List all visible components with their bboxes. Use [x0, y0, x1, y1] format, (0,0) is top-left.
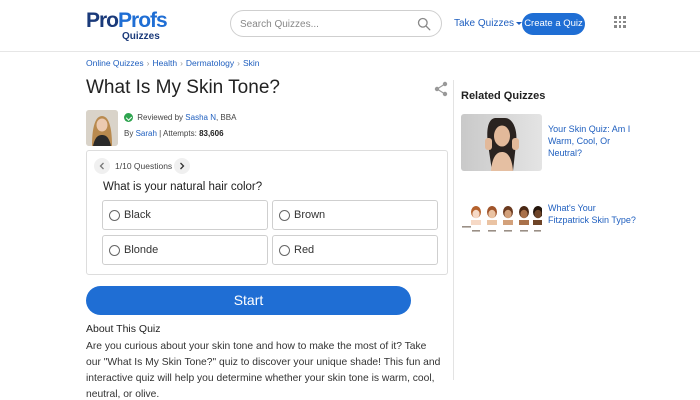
- site-header: ProProfs Quizzes Take Quizzes Create a Q…: [0, 0, 700, 52]
- author-avatar: [86, 110, 118, 146]
- logo-wordmark: ProProfs: [86, 9, 168, 33]
- breadcrumb-separator: ›: [237, 58, 240, 68]
- by-label: By: [124, 129, 134, 138]
- logo-wordmark-part-1: Pro: [86, 9, 119, 32]
- answer-label: Blonde: [124, 244, 159, 256]
- attempts-label: | Attempts:: [159, 129, 197, 138]
- question-counter: 1/10 Questions: [115, 161, 173, 171]
- question-text: What is your natural hair color?: [103, 181, 263, 193]
- related-quiz-thumbnail[interactable]: [461, 193, 542, 250]
- breadcrumb-health[interactable]: Health: [152, 58, 177, 68]
- reviewer-link[interactable]: Sasha N: [185, 113, 216, 122]
- verified-check-icon: [124, 113, 133, 123]
- logo-wordmark-part-2: Profs: [118, 9, 168, 32]
- breadcrumb-separator: ›: [146, 58, 150, 68]
- related-quiz-title[interactable]: What's Your Fitzpatrick Skin Type?: [548, 202, 638, 226]
- search-icon[interactable]: [417, 17, 431, 31]
- breadcrumb-dermatology[interactable]: Dermatology: [186, 58, 234, 68]
- quiz-question-card: 1/10 Questions What is your natural hair…: [86, 150, 448, 275]
- author-info: By Sarah | Attempts: 83,606: [124, 129, 224, 138]
- answer-option-brown[interactable]: Brown: [272, 200, 438, 230]
- breadcrumb: Online Quizzes › Health › Dermatology › Skin: [86, 58, 259, 68]
- about-quiz-heading: About This Quiz: [86, 323, 161, 335]
- create-quiz-button[interactable]: Create a Quiz: [522, 13, 585, 35]
- answer-option-blonde[interactable]: Blonde: [102, 235, 268, 265]
- column-divider: [453, 80, 454, 380]
- reviewer-credential: , BBA: [215, 113, 237, 122]
- answer-label: Brown: [294, 209, 326, 221]
- author-link[interactable]: Sarah: [136, 129, 157, 138]
- answer-label: Black: [124, 209, 151, 221]
- answer-option-black[interactable]: Black: [102, 200, 268, 230]
- radio-button[interactable]: [279, 245, 290, 256]
- take-quizzes-menu[interactable]: Take Quizzes: [454, 18, 523, 29]
- answer-label: Red: [294, 244, 315, 256]
- radio-button[interactable]: [109, 245, 120, 256]
- radio-button[interactable]: [279, 210, 290, 221]
- search-input[interactable]: [240, 15, 410, 33]
- start-quiz-button[interactable]: Start: [86, 286, 411, 315]
- reviewed-by: Reviewed by Sasha N, BBA: [124, 113, 237, 123]
- breadcrumb-online-quizzes[interactable]: Online Quizzes: [86, 58, 144, 68]
- take-quizzes-label: Take Quizzes: [454, 18, 515, 29]
- related-quizzes-heading: Related Quizzes: [461, 90, 546, 102]
- chevron-right-icon: [180, 162, 185, 170]
- proprofs-logo[interactable]: ProProfs Quizzes: [86, 9, 170, 43]
- apps-grid-icon[interactable]: [614, 16, 626, 28]
- share-icon[interactable]: [434, 81, 448, 97]
- about-quiz-description: Are you curious about your skin tone and…: [86, 341, 441, 400]
- related-quiz-thumbnail[interactable]: [461, 114, 542, 171]
- radio-button[interactable]: [109, 210, 120, 221]
- breadcrumb-separator: ›: [180, 58, 183, 68]
- related-quiz-title[interactable]: Your Skin Quiz: Am I Warm, Cool, Or Neut…: [548, 123, 638, 159]
- page-title: What Is My Skin Tone?: [86, 77, 280, 98]
- previous-question-button[interactable]: [94, 158, 110, 174]
- breadcrumb-skin[interactable]: Skin: [243, 58, 260, 68]
- attempts-count: 83,606: [199, 129, 224, 138]
- search-bar: [230, 10, 442, 37]
- next-question-button[interactable]: [174, 158, 190, 174]
- logo-subtitle: Quizzes: [122, 31, 160, 42]
- chevron-left-icon: [99, 162, 104, 170]
- answer-option-red[interactable]: Red: [272, 235, 438, 265]
- reviewed-by-label: Reviewed by: [137, 113, 184, 122]
